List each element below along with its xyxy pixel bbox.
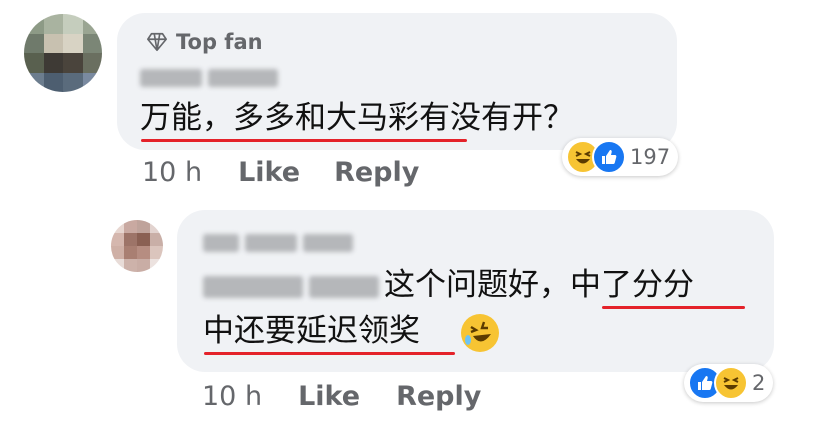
reply-reaction-summary[interactable]: 2 — [684, 364, 774, 402]
reply-avatar[interactable] — [111, 220, 163, 272]
reply-button[interactable]: Reply — [396, 381, 481, 412]
reply-text-line1: 这个问题好，中了分分 — [384, 267, 694, 303]
reaction-count: 197 — [630, 145, 671, 169]
comment-text: 万能，多多和大马彩有没有开？ — [140, 100, 574, 136]
blurred-reply-author-name[interactable] — [203, 234, 353, 252]
comment-actions: 10 h Like Reply — [142, 153, 419, 191]
blurred-author-name[interactable] — [140, 69, 278, 87]
reaction-summary[interactable]: 197 — [562, 138, 679, 176]
top-fan-badge: Top fan — [146, 28, 263, 56]
rolling-laughing-emoji-icon — [461, 314, 499, 352]
reaction-count: 2 — [752, 371, 766, 395]
like-reaction-icon — [592, 140, 626, 174]
highlight-underline — [204, 352, 455, 355]
diamond-icon — [147, 32, 167, 52]
timestamp[interactable]: 10 h — [142, 157, 202, 188]
like-button[interactable]: Like — [298, 381, 360, 412]
avatar[interactable] — [24, 14, 102, 92]
highlight-underline — [141, 139, 467, 142]
like-button[interactable]: Like — [238, 157, 300, 188]
haha-reaction-icon — [714, 366, 748, 400]
reply-actions: 10 h Like Reply — [202, 377, 481, 415]
highlight-underline — [602, 306, 745, 309]
reply-text-line2: 中还要延迟领奖 — [203, 313, 420, 349]
reply-button[interactable]: Reply — [334, 157, 419, 188]
blurred-mentioned-name[interactable] — [203, 275, 379, 299]
badge-label: Top fan — [176, 30, 263, 54]
timestamp[interactable]: 10 h — [202, 381, 262, 412]
